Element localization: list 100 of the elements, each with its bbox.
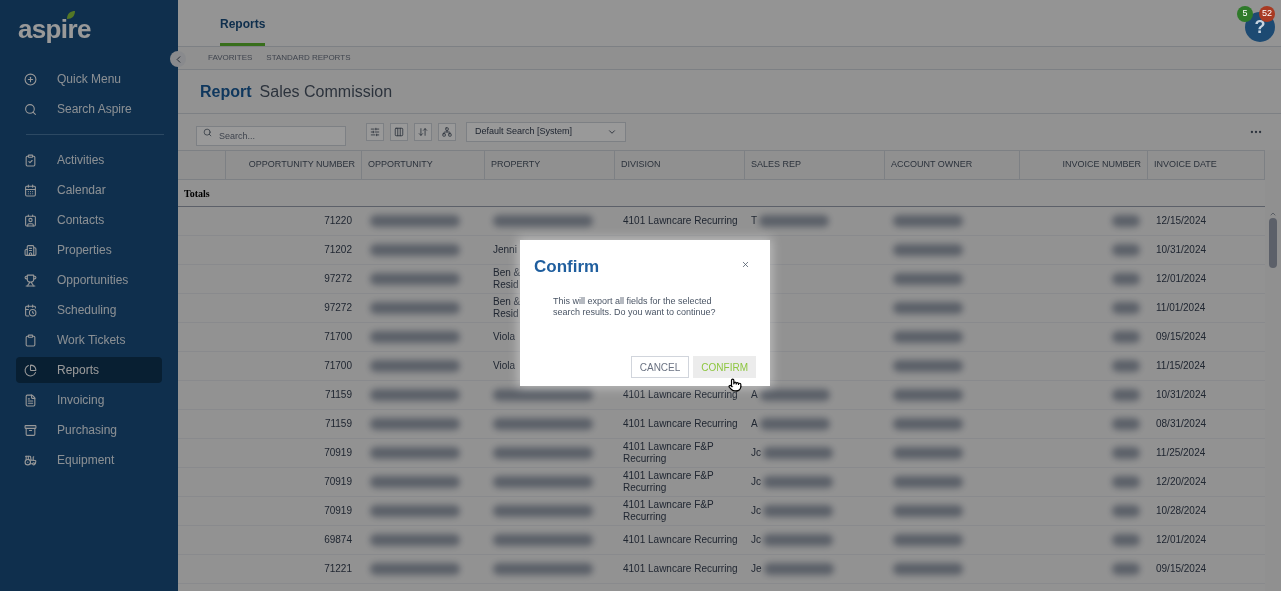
hierarchy-icon [442,127,452,137]
nav-item[interactable]: Activities [16,147,162,173]
column-header[interactable]: INVOICE DATE [1154,158,1217,172]
nav-item[interactable]: Scheduling [16,297,162,323]
sort-icon [418,127,428,137]
blurred-text [893,418,963,430]
blurred-text [1112,476,1140,488]
nav-item[interactable]: Reports [16,357,162,383]
table-cell: 4101 Lawncare F&P Recurring [623,470,714,494]
blurred-text [1112,331,1140,343]
nav-item[interactable]: Equipment [16,447,162,473]
blurred-text [893,505,963,517]
chevron-down-icon [607,127,617,137]
blurred-text [893,476,963,488]
blurred-text [893,447,963,459]
blurred-text [763,505,833,517]
table-cell-text: 71221 [323,562,353,576]
sub-tab[interactable]: FAVORITES [208,52,253,64]
column-header[interactable]: INVOICE NUMBER [1062,158,1141,172]
column-header[interactable]: SALES REP [751,158,802,172]
table-cell-text: 69874 [323,533,353,547]
column-header[interactable]: PROPERTY [491,158,541,172]
table-cell-text: 97272 [323,301,353,315]
table-cell-text: 08/31/2024 [1155,417,1208,431]
table-cell-text: 70919 [323,446,353,460]
table-cell-text: 11/01/2024 [1155,301,1207,315]
blurred-text [759,215,830,227]
close-icon[interactable] [741,260,750,269]
contact-card-icon [24,213,37,227]
table-cell-text: 09/15/2024 [1155,562,1208,576]
table-cell-text: 71159 [323,388,353,402]
column-header[interactable]: OPPORTUNITY [368,158,433,172]
table-cell-text: 11/25/2024 [1155,446,1207,460]
table-cell-text: 09/15/2024 [1155,330,1208,344]
blurred-text [893,389,963,401]
table-cell-text: 12/15/2024 [1155,214,1208,228]
column-header[interactable]: DIVISION [621,158,661,172]
document-icon [24,393,37,407]
logo: aspire [18,16,91,42]
table-cell-text: 97272 [323,272,353,286]
blurred-text [893,331,963,343]
blurred-text [893,273,963,285]
nav-item[interactable]: Calendar [16,177,162,203]
calendar-clock-icon [24,303,37,317]
column-header[interactable]: ACCOUNT OWNER [891,158,973,172]
nav-item[interactable]: Properties [16,237,162,263]
calendar-icon [24,183,37,197]
search-field[interactable]: Search... [196,126,346,146]
toolbar-button[interactable] [390,123,408,141]
blurred-text [1112,273,1140,285]
report-label: Report [200,81,252,102]
nav-item[interactable]: Opportunities [16,267,162,293]
blurred-text [1112,360,1140,372]
table-cell: Ben & Resid [493,267,521,291]
nav-item[interactable]: Work Tickets [16,327,162,353]
scrollbar-thumb[interactable] [1269,218,1277,268]
table-cell: 4101 Lawncare F&P Recurring [623,441,714,465]
blurred-text [893,563,963,575]
blurred-text [763,534,833,546]
table-cell-text: 12/20/2024 [1155,475,1208,489]
table-cell-text: 12/01/2024 [1155,533,1208,547]
toolbar-button[interactable] [366,123,384,141]
sub-tab[interactable]: STANDARD REPORTS [266,52,351,64]
clipboard-check-icon [24,153,37,167]
column-header[interactable]: OPPORTUNITY NUMBER [248,158,355,172]
table-cell-text: 10/28/2024 [1155,504,1208,518]
table-cell: Jc [751,534,761,546]
blurred-text [893,534,963,546]
nav-item[interactable]: Quick Menu [16,66,162,92]
blurred-text [1112,244,1140,256]
nav-item[interactable]: Invoicing [16,387,162,413]
table-cell-text: 71220 [323,214,353,228]
blurred-text [1112,563,1140,575]
toolbar-button[interactable] [438,123,456,141]
nav-item[interactable]: Search Aspire [16,96,162,122]
table-cell-text: 71202 [323,243,353,257]
table-cell: A [751,389,758,401]
blurred-text [1112,215,1140,227]
blurred-text [1112,418,1140,430]
saved-search-dropdown[interactable]: Default Search [System] [466,122,626,142]
table-cell: 4101 Lawncare Recurring [623,418,738,430]
blurred-text [1112,302,1140,314]
blurred-text [1112,505,1140,517]
table-cell: Ben & Resid [493,296,521,320]
nav-item[interactable]: Contacts [16,207,162,233]
blurred-text [759,418,830,430]
blurred-text [1112,534,1140,546]
toolbar-button[interactable] [414,123,432,141]
table-cell: Je [751,563,762,575]
filter-icon [370,127,380,137]
cancel-button[interactable]: CANCEL [630,356,690,378]
blurred-text [763,476,833,488]
table-cell: A [751,418,758,430]
clipboard-icon [24,333,37,347]
leaf-icon [66,10,76,20]
totals-label: Totals [184,186,210,201]
table-cell-text: 71159 [323,417,353,431]
table-cell: Jenni [493,244,517,256]
nav-item[interactable]: Purchasing [16,417,162,443]
archive-icon [24,423,37,437]
